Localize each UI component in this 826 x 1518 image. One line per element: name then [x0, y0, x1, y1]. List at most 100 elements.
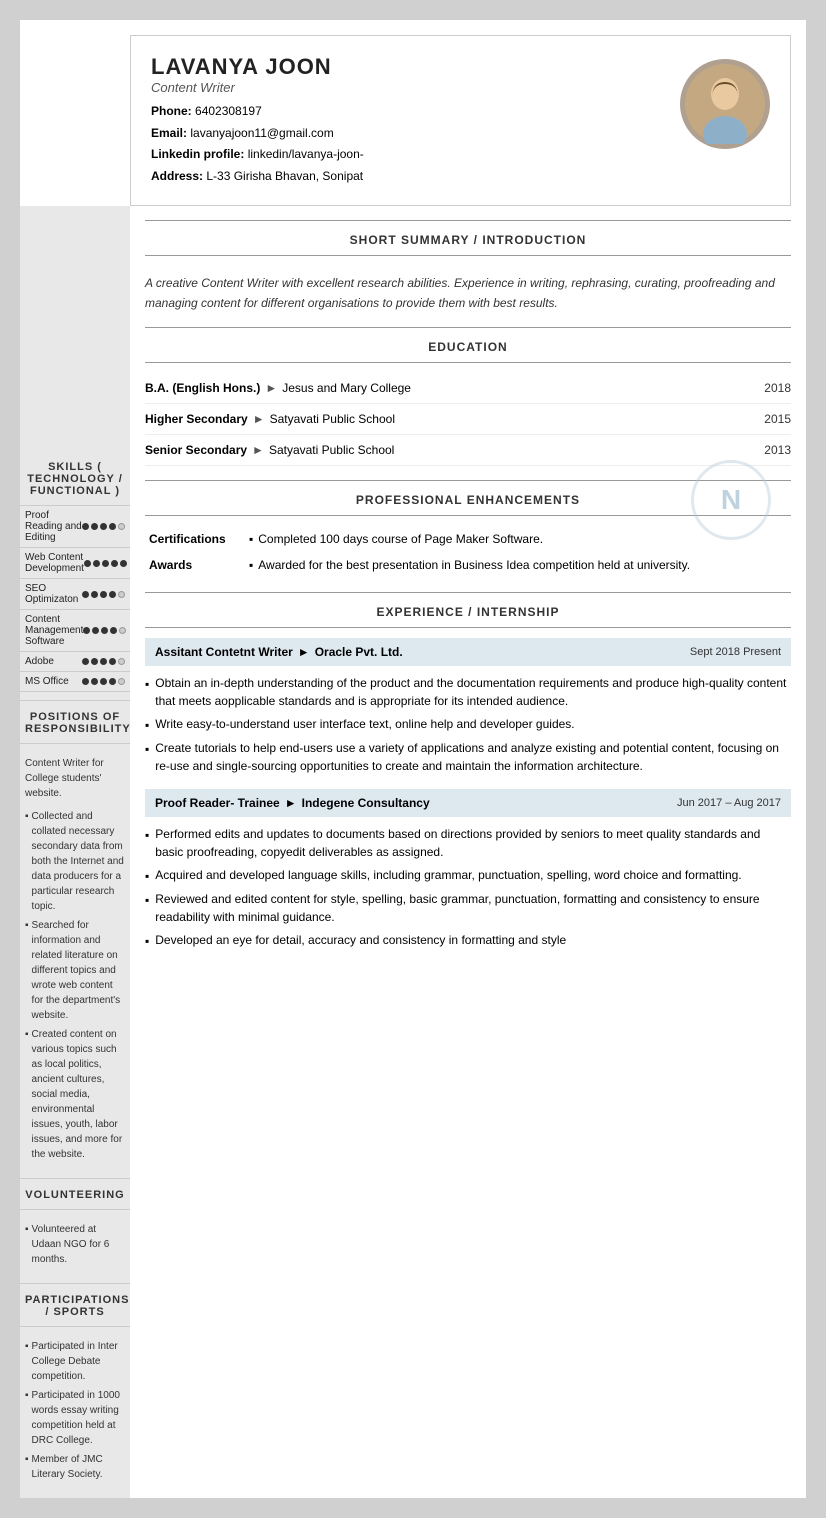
volunteering-section: VOLUNTEERING Volunteered at Udaan NGO fo… [20, 1178, 130, 1283]
experience-list: Assitant Contetnt Writer ► Oracle Pvt. L… [145, 638, 791, 950]
experience-section: EXPERIENCE / INTERNSHIP Assitant Contetn… [145, 592, 791, 950]
edu-school: Satyavati Public School [269, 443, 394, 457]
address-line: Address: L-33 Girisha Bhavan, Sonipat [151, 166, 364, 188]
participations-title: PARTICIPATIONS / SPORTS [20, 1283, 130, 1327]
phone-label: Phone: [151, 104, 192, 118]
linkedin-label: Linkedin profile: [151, 147, 244, 161]
exp-bullet: Acquired and developed language skills, … [145, 866, 791, 885]
skill-dot [109, 523, 116, 530]
skill-dot [102, 560, 109, 567]
edu-year: 2018 [764, 381, 791, 395]
skill-dot [84, 560, 91, 567]
pro-text: Awarded for the best presentation in Bus… [245, 552, 791, 578]
exp-bullet: Obtain an in-depth understanding of the … [145, 674, 791, 710]
skill-dot [109, 678, 116, 685]
skill-dots [84, 560, 127, 567]
positions-section: POSITIONS OF RESPONSIBILITY Content Writ… [20, 700, 130, 1178]
pro-label: Certifications [145, 526, 245, 552]
main-content: SHORT SUMMARY / INTRODUCTION A creative … [130, 206, 806, 1498]
email-label: Email: [151, 126, 187, 140]
exp-role-title: Assitant Contetnt Writer [155, 645, 293, 659]
education-item: Senior Secondary ► Satyavati Public Scho… [145, 435, 791, 466]
skill-dot [82, 658, 89, 665]
edu-school: Satyavati Public School [270, 412, 395, 426]
experience-item: Proof Reader- Trainee ► Indegene Consult… [145, 789, 791, 950]
header-info: Phone: 6402308197 Email: lavanyajoon11@g… [151, 101, 364, 187]
sidebar: SKILLS ( TECHNOLOGY / FUNCTIONAL ) Proof… [20, 206, 130, 1498]
skill-dot [91, 523, 98, 530]
sidebar-header-space [20, 206, 130, 451]
skill-dot [100, 658, 107, 665]
linkedin-line: Linkedin profile: linkedin/lavanya-joon- [151, 144, 364, 166]
edu-degree: B.A. (English Hons.) [145, 381, 260, 395]
watermark: N [691, 460, 771, 540]
exp-bullet: Create tutorials to help end-users use a… [145, 739, 791, 775]
exp-bullet: Performed edits and updates to documents… [145, 825, 791, 861]
exp-arrow: ► [285, 796, 297, 810]
exp-role: Assitant Contetnt Writer ► Oracle Pvt. L… [155, 645, 403, 659]
professional-row: Awards Awarded for the best presentation… [145, 552, 791, 578]
skill-item: MS Office [20, 672, 130, 692]
skill-dot [91, 658, 98, 665]
linkedin-value: linkedin/lavanya-joon- [248, 147, 364, 161]
skill-name: Adobe [25, 656, 82, 667]
positions-title: POSITIONS OF RESPONSIBILITY [20, 700, 130, 744]
professional-table: Certifications Completed 100 days course… [145, 526, 791, 578]
skill-dots [82, 523, 125, 530]
header-left: LAVANYA JOON Content Writer Phone: 64023… [151, 54, 364, 187]
exp-header: Proof Reader- Trainee ► Indegene Consult… [145, 789, 791, 817]
skill-name: Proof Reading and Editing [25, 510, 82, 543]
exp-bullet: Reviewed and edited content for style, s… [145, 890, 791, 926]
skill-dot [110, 627, 117, 634]
pro-label: Awards [145, 552, 245, 578]
edu-left: B.A. (English Hons.) ► Jesus and Mary Co… [145, 381, 411, 395]
skill-dots [83, 627, 126, 634]
summary-text: A creative Content Writer with excellent… [145, 266, 791, 312]
skill-dots [82, 591, 125, 598]
summary-section: SHORT SUMMARY / INTRODUCTION A creative … [145, 220, 791, 312]
edu-degree: Senior Secondary [145, 443, 247, 457]
participations-bullet: Participated in 1000 words essay writing… [25, 1388, 125, 1448]
positions-bullet: Searched for information and related lit… [25, 918, 125, 1023]
edu-arrow: ► [253, 412, 265, 426]
pro-bullet: Awarded for the best presentation in Bus… [249, 558, 787, 572]
edu-arrow: ► [252, 443, 264, 457]
professional-section: N PROFESSIONAL ENHANCEMENTS Certificatio… [145, 480, 791, 578]
skill-dot [93, 560, 100, 567]
address-value: L-33 Girisha Bhavan, Sonipat [206, 169, 363, 183]
skill-name: Content Management Software [25, 614, 83, 647]
skill-dot [92, 627, 99, 634]
candidate-photo [680, 59, 770, 149]
resume: LAVANYA JOON Content Writer Phone: 64023… [20, 20, 806, 1498]
skill-name: SEO Optimizaton [25, 583, 82, 605]
skill-name: MS Office [25, 676, 82, 687]
positions-bullet: Collected and collated necessary seconda… [25, 809, 125, 914]
skill-dot [118, 523, 125, 530]
skill-dot [82, 591, 89, 598]
positions-intro: Content Writer for College students' web… [20, 752, 130, 805]
education-section: EDUCATION B.A. (English Hons.) ► Jesus a… [145, 327, 791, 466]
exp-date: Sept 2018 Present [690, 646, 781, 658]
skill-dot [120, 560, 127, 567]
candidate-title: Content Writer [151, 80, 364, 95]
experience-item: Assitant Contetnt Writer ► Oracle Pvt. L… [145, 638, 791, 775]
summary-title: SHORT SUMMARY / INTRODUCTION [145, 220, 791, 256]
phone-value: 6402308197 [195, 104, 262, 118]
skill-dots [82, 678, 125, 685]
skill-dot [119, 627, 126, 634]
skill-dot [82, 523, 89, 530]
volunteering-bullets: Volunteered at Udaan NGO for 6 months. [20, 1218, 130, 1275]
exp-header: Assitant Contetnt Writer ► Oracle Pvt. L… [145, 638, 791, 666]
education-list: B.A. (English Hons.) ► Jesus and Mary Co… [145, 373, 791, 466]
skill-item: Web Content Development [20, 548, 130, 579]
edu-year: 2015 [764, 412, 791, 426]
skill-dot [100, 523, 107, 530]
exp-company: Indegene Consultancy [302, 796, 430, 810]
exp-role: Proof Reader- Trainee ► Indegene Consult… [155, 796, 430, 810]
exp-date: Jun 2017 – Aug 2017 [677, 797, 781, 809]
exp-bullet: Developed an eye for detail, accuracy an… [145, 931, 791, 950]
skill-name: Web Content Development [25, 552, 84, 574]
candidate-name: LAVANYA JOON [151, 54, 364, 80]
volunteering-title: VOLUNTEERING [20, 1178, 130, 1210]
skill-dot [91, 591, 98, 598]
